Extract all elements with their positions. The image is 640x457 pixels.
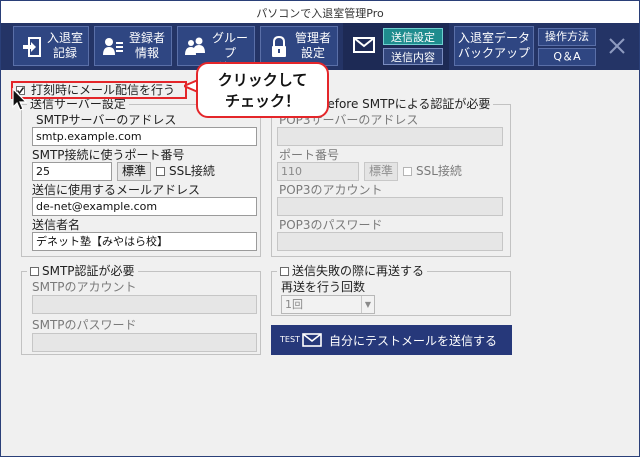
smtp-account-label: SMTPのアカウント [32, 280, 137, 294]
callout-line2: チェック！ [224, 92, 300, 110]
door-exit-icon [23, 37, 41, 57]
data-backup-label-line2: バックアップ [457, 46, 530, 60]
title-bar: パソコンで入退室管理Pro [1, 1, 639, 24]
send-on-stamp-label: 打刻時にメール配信を行う [31, 83, 176, 97]
retry-group-title: 送信失敗の際に再送する [277, 264, 428, 278]
entry-record-button[interactable]: 入退室 記録 [13, 26, 89, 66]
retry-count-value: 1回 [285, 298, 303, 311]
smtp-auth-label: SMTP認証が必要 [42, 264, 135, 278]
pop3-account-input[interactable] [277, 197, 503, 216]
close-icon[interactable] [605, 33, 629, 59]
smtp-auth-checkbox[interactable] [30, 267, 39, 276]
lock-icon [272, 36, 286, 57]
callout-line1: クリックして [217, 71, 308, 89]
smtp-auth-group-title: SMTP認証が必要 [27, 264, 138, 278]
admin-settings-button[interactable]: 管理者 設定 [260, 26, 338, 66]
envelope-icon [353, 37, 375, 53]
pop3-ssl-checkbox[interactable] [403, 167, 412, 176]
entry-record-label-line1: 入退室 [46, 31, 83, 45]
smtp-port-default-button[interactable]: 標準 [117, 162, 151, 181]
retry-count-label: 再送を行う回数 [281, 280, 366, 294]
sender-name-input[interactable]: デネット塾【みやはら校】 [32, 232, 257, 251]
howto-button[interactable]: 操作方法 [538, 28, 596, 46]
send-test-mail-button[interactable]: TEST 自分にテストメールを送信する [271, 325, 512, 355]
smtp-password-input[interactable] [32, 333, 257, 352]
person-card-icon [103, 38, 123, 55]
pop3-port-label: ポート番号 [279, 148, 340, 162]
group-label-line1: グループ [211, 31, 248, 60]
smtp-ssl-label: SSL接続 [169, 164, 215, 178]
app-window: パソコンで入退室管理Pro 入退室 記録 登録者 情報 グループ 管理者 設定 … [0, 0, 640, 457]
retry-label: 送信失敗の際に再送する [292, 264, 425, 278]
window-title: パソコンで入退室管理Pro [256, 7, 384, 20]
smtp-ssl-checkbox[interactable] [156, 167, 165, 176]
from-address-input[interactable]: de-net@example.com [32, 197, 257, 216]
group-icon [185, 37, 205, 55]
data-backup-label-line1: 入退室データ [457, 31, 530, 45]
outgoing-server-group-title: 送信サーバー設定 [27, 97, 129, 111]
registrant-label-line1: 登録者 [128, 31, 165, 45]
send-test-mail-label: 自分にテストメールを送信する [329, 334, 498, 348]
send-on-stamp-checkbox-row[interactable]: 打刻時にメール配信を行う [11, 81, 187, 99]
pop3-port-default-button[interactable]: 標準 [364, 162, 398, 181]
pop3-ssl-label: SSL接続 [416, 164, 462, 178]
data-backup-button[interactable]: 入退室データ バックアップ [454, 26, 534, 66]
pop3-port-input[interactable]: 110 [277, 162, 359, 181]
admin-label-line1: 管理者 [294, 31, 331, 45]
smtp-password-label: SMTPのパスワード [32, 318, 137, 332]
entry-record-label-line2: 記録 [52, 46, 77, 60]
registrant-info-label: 登録者 情報 [125, 31, 169, 61]
from-address-label: 送信に使用するメールアドレス [32, 183, 201, 197]
pop3-account-label: POP3のアカウント [279, 183, 383, 197]
retry-checkbox[interactable] [280, 267, 289, 276]
smtp-port-input[interactable]: 25 [32, 162, 112, 181]
tab-send-content[interactable]: 送信内容 [383, 48, 443, 65]
pop3-password-input[interactable] [277, 232, 503, 251]
admin-settings-label: 管理者 設定 [291, 31, 335, 61]
registrant-label-line2: 情報 [134, 46, 159, 60]
qa-button[interactable]: Q＆A [538, 48, 596, 66]
smtp-server-label: SMTPサーバーのアドレス [36, 113, 177, 127]
cursor-arrow-icon [12, 88, 28, 111]
group-info-button[interactable]: グループ 情報 [177, 26, 255, 75]
smtp-port-label: SMTP接続に使うポート番号 [32, 148, 185, 162]
entry-record-label: 入退室 記録 [44, 31, 86, 61]
pop3-server-input[interactable] [277, 127, 503, 146]
retry-count-select[interactable]: 1回 ▼ [281, 295, 375, 314]
test-prefix: TEST [280, 335, 300, 344]
smtp-server-input[interactable]: smtp.example.com [32, 127, 257, 146]
callout-bubble: クリックして チェック！ [196, 62, 329, 118]
sender-name-label: 送信者名 [32, 218, 81, 232]
mail-settings-area: 送信設定 送信内容 [343, 23, 449, 70]
admin-label-line2: 設定 [300, 46, 325, 60]
smtp-account-input[interactable] [32, 295, 257, 314]
chevron-down-icon: ▼ [361, 296, 374, 313]
registrant-info-button[interactable]: 登録者 情報 [94, 26, 172, 66]
tab-send-settings[interactable]: 送信設定 [383, 28, 443, 45]
callout-text: クリックして チェック！ [198, 70, 327, 112]
envelope-icon [302, 333, 322, 347]
pop3-password-label: POP3のパスワード [279, 218, 383, 232]
